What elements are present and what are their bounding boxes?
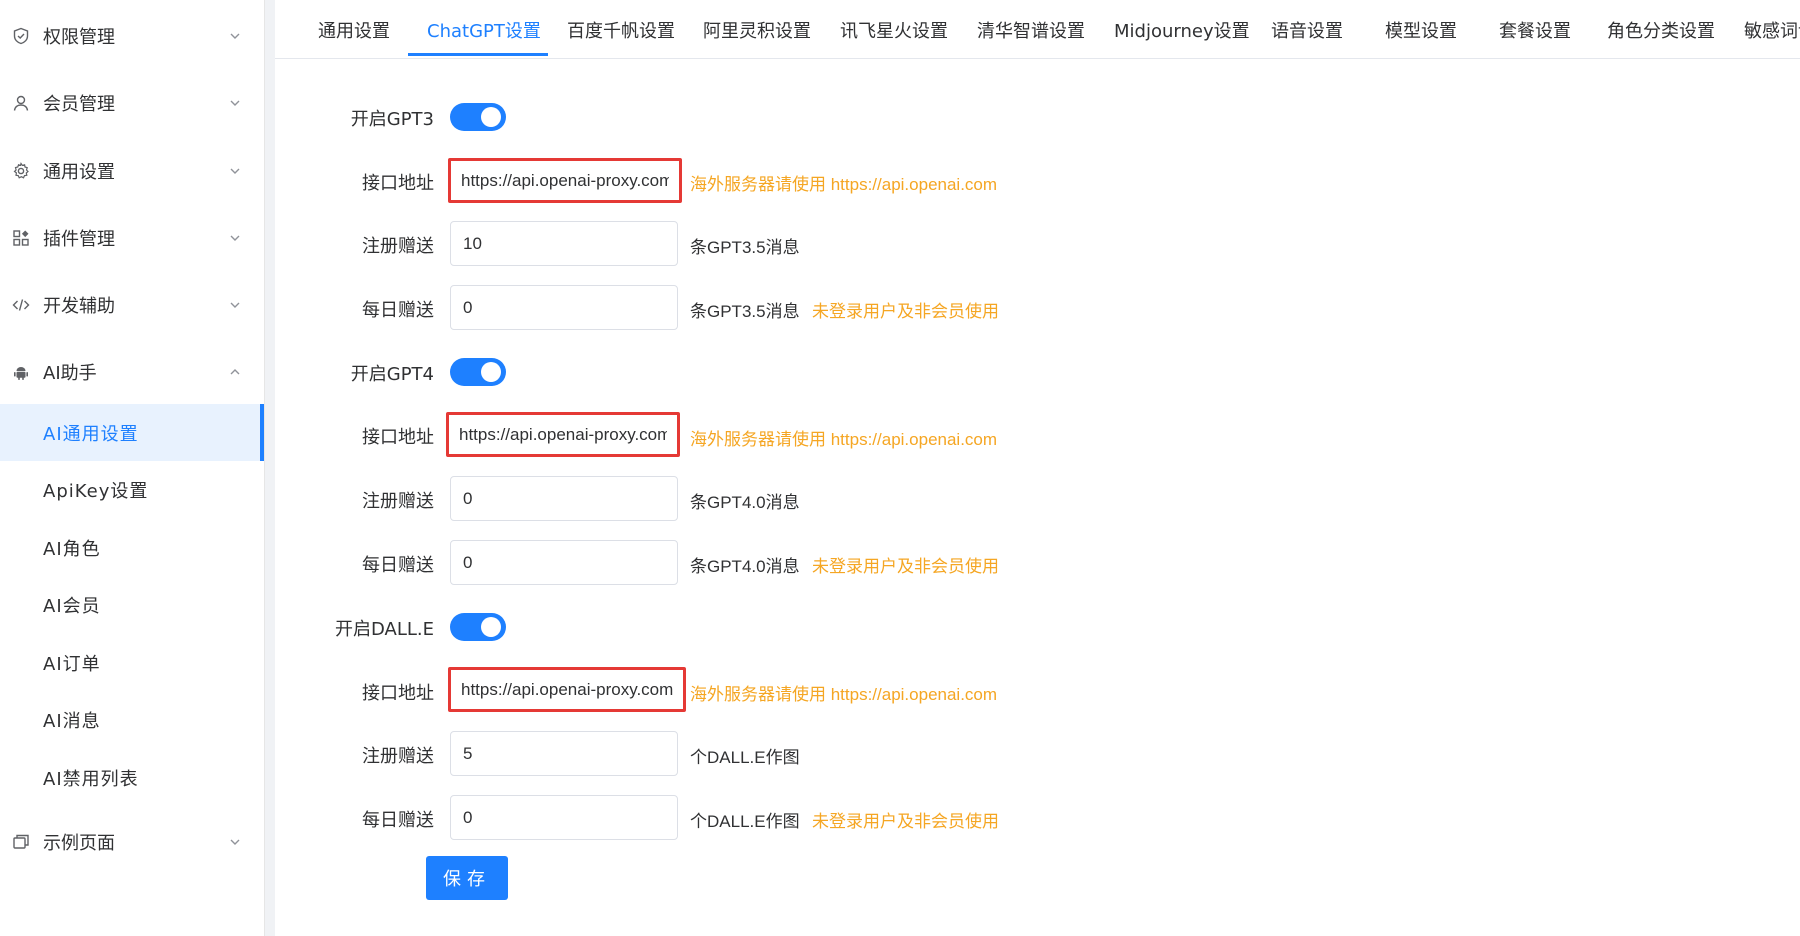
android-icon [12,363,30,381]
sidebar-item-permissions[interactable]: 权限管理 [0,11,264,61]
gpt4-register-suffix: 条GPT4.0消息 [690,493,800,512]
tab-baidu-qianfan-settings[interactable]: 百度千帆设置 [567,0,675,58]
gpt4-daily-suffix: 条GPT4.0消息 [690,557,800,576]
dalle-register-label: 注册赠送 [362,746,434,767]
sidebar-item-plugins[interactable]: 插件管理 [0,213,264,263]
chevron-down-icon [228,298,242,312]
sidebar-subitem-ai-roles[interactable]: AI角色 [0,519,264,576]
tab-model-settings[interactable]: 模型设置 [1385,0,1457,58]
gpt4-api-label: 接口地址 [362,427,434,448]
dalle-api-label: 接口地址 [362,683,434,704]
sidebar-subitem-ai-messages[interactable]: AI消息 [0,691,264,748]
chevron-down-icon [228,231,242,245]
tab-bar: 通用设置 ChatGPT设置 百度千帆设置 阿里灵积设置 讯飞星火设置 清华智谱… [275,0,1800,59]
save-button[interactable]: 保存 [426,856,508,900]
gpt4-toggle-label: 开启GPT4 [350,364,434,385]
dalle-daily-bonus-input[interactable] [450,795,678,840]
chevron-down-icon [228,96,242,110]
code-icon [12,296,30,314]
tab-chatgpt-settings[interactable]: ChatGPT设置 [427,0,541,58]
dalle-daily-hint: 未登录用户及非会员使用 [812,812,999,831]
tab-role-category-settings[interactable]: 角色分类设置 [1607,0,1715,58]
dalle-api-url-input[interactable] [448,667,686,712]
tab-xunfei-settings[interactable]: 讯飞星火设置 [840,0,948,58]
gpt3-register-bonus-input[interactable] [450,221,678,266]
gpt3-api-label: 接口地址 [362,173,434,194]
example-icon [12,833,30,851]
switch-knob [481,617,501,637]
sidebar-item-label: 示例页面 [43,833,115,854]
gpt3-daily-suffix: 条GPT3.5消息 [690,302,800,321]
dalle-toggle-label: 开启DALL.E [334,619,434,640]
user-icon [12,94,30,112]
gpt3-daily-label: 每日赠送 [362,300,434,321]
dalle-enable-switch[interactable] [450,613,506,641]
chevron-down-icon [228,164,242,178]
sidebar-item-label: 插件管理 [43,229,115,250]
sidebar-item-label: 会员管理 [43,94,115,115]
plugin-icon [12,229,30,247]
sidebar-subitem-label: AI消息 [43,710,101,732]
dalle-register-suffix: 个DALL.E作图 [690,748,800,767]
gpt4-api-url-input[interactable] [446,412,680,457]
sidebar-subitem-ai-blocklist[interactable]: AI禁用列表 [0,749,264,806]
tab-voice-settings[interactable]: 语音设置 [1271,0,1343,58]
sidebar-subitem-ai-members[interactable]: AI会员 [0,576,264,633]
chevron-up-icon [228,365,242,379]
sidebar-item-label: 开发辅助 [43,296,115,317]
gpt4-register-bonus-input[interactable] [450,476,678,521]
sidebar-item-dev-tools[interactable]: 开发辅助 [0,280,264,330]
sidebar-subitem-label: ApiKey设置 [43,480,149,502]
gpt3-register-suffix: 条GPT3.5消息 [690,238,800,257]
sidebar-item-members[interactable]: 会员管理 [0,78,264,128]
sidebar-subitem-label: AI通用设置 [43,423,139,445]
tab-tsinghua-zhipu-settings[interactable]: 清华智谱设置 [977,0,1085,58]
dalle-register-bonus-input[interactable] [450,731,678,776]
dalle-daily-suffix: 个DALL.E作图 [690,812,800,831]
tab-package-settings[interactable]: 套餐设置 [1499,0,1571,58]
sidebar-item-ai-assistant[interactable]: AI助手 [0,347,264,397]
gpt4-daily-label: 每日赠送 [362,555,434,576]
gpt4-api-hint: 海外服务器请使用 https://api.openai.com [690,430,998,449]
gpt4-enable-switch[interactable] [450,358,506,386]
sidebar-subitem-label: AI订单 [43,653,101,675]
gpt3-enable-switch[interactable] [450,103,506,131]
sidebar-item-label: 通用设置 [43,162,115,183]
tab-ali-lingji-settings[interactable]: 阿里灵积设置 [703,0,811,58]
sidebar: 权限管理 会员管理 通用设置 插件管理 开发辅助 AI助手 AI通用设置 Api… [0,0,265,936]
gpt4-daily-bonus-input[interactable] [450,540,678,585]
dalle-daily-label: 每日赠送 [362,810,434,831]
sidebar-subitem-apikey-settings[interactable]: ApiKey设置 [0,461,264,518]
tab-general-settings[interactable]: 通用设置 [318,0,390,58]
sidebar-subitem-ai-general-settings[interactable]: AI通用设置 [0,404,264,461]
active-tab-indicator [408,53,548,56]
sidebar-subitem-label: AI会员 [43,595,101,617]
sidebar-subitem-label: AI禁用列表 [43,768,139,790]
switch-knob [481,107,501,127]
gpt3-daily-hint: 未登录用户及非会员使用 [812,302,999,321]
sidebar-item-label: AI助手 [43,363,97,384]
switch-knob [481,362,501,382]
tab-sensitive-words-settings[interactable]: 敏感词设 [1744,0,1800,58]
dalle-api-hint: 海外服务器请使用 https://api.openai.com [690,685,998,704]
shield-icon [12,27,30,45]
chevron-down-icon [228,835,242,849]
tab-midjourney-settings[interactable]: Midjourney设置 [1114,0,1250,58]
sidebar-item-example-pages[interactable]: 示例页面 [0,817,264,867]
sidebar-item-label: 权限管理 [43,27,115,48]
gpt3-api-hint: 海外服务器请使用 https://api.openai.com [690,175,998,194]
gear-icon [12,162,30,180]
chevron-down-icon [228,29,242,43]
sidebar-item-general-settings[interactable]: 通用设置 [0,146,264,196]
gpt3-toggle-label: 开启GPT3 [350,109,434,130]
sidebar-subitem-label: AI角色 [43,538,101,560]
gpt3-daily-bonus-input[interactable] [450,285,678,330]
gpt4-daily-hint: 未登录用户及非会员使用 [812,557,999,576]
gpt3-register-label: 注册赠送 [362,236,434,257]
gpt3-api-url-input[interactable] [448,158,682,203]
sidebar-subitem-ai-orders[interactable]: AI订单 [0,634,264,691]
gpt4-register-label: 注册赠送 [362,491,434,512]
